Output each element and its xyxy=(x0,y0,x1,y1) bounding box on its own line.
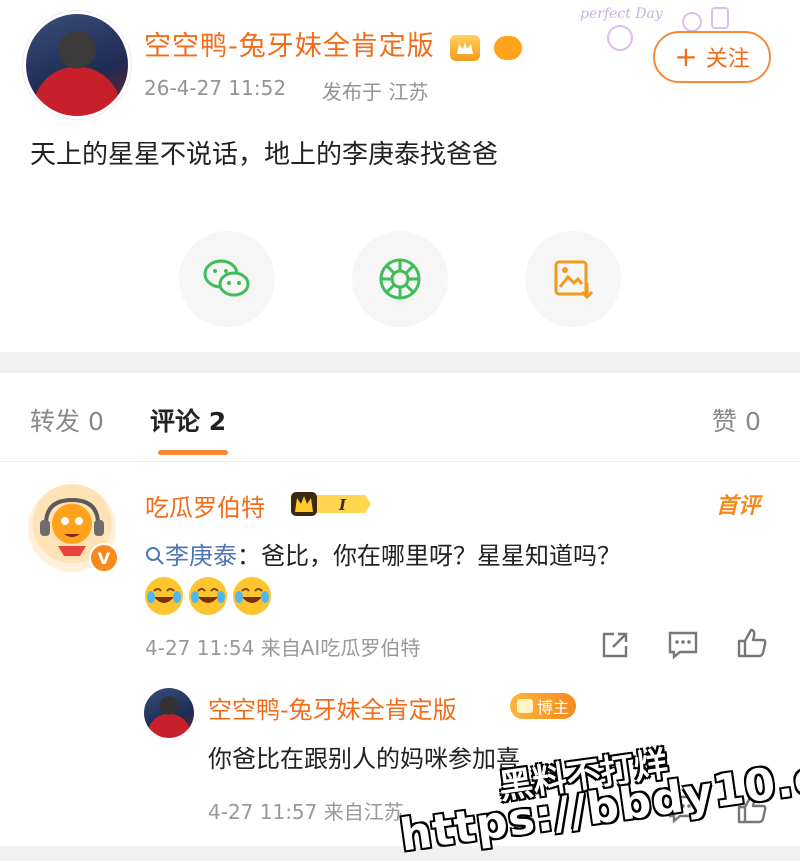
reply-text: 你爸比在跟别人的妈咪参加喜 xyxy=(208,745,520,773)
reply-author-avatar[interactable] xyxy=(144,688,194,738)
search-icon xyxy=(146,547,164,565)
reply-meta: 4-27 11:57 来自江苏 xyxy=(208,800,404,824)
laugh-cry-emoji xyxy=(189,577,227,615)
tab-repost[interactable]: 转发 0 xyxy=(30,402,104,438)
tab-likes[interactable]: 赞 0 xyxy=(712,402,761,438)
author-badge-text: 博主 xyxy=(536,698,569,717)
crown-icon xyxy=(516,699,533,713)
save-image-button[interactable] xyxy=(525,231,621,327)
author-name-text[interactable]: 空空鸭-兔牙妹全肯定版 xyxy=(144,31,435,62)
plus-icon: + xyxy=(674,40,698,73)
comment-share-button[interactable] xyxy=(598,628,632,662)
follow-button[interactable]: + 关注 xyxy=(653,31,771,83)
comment-meta: 4-27 11:54 来自AI吃瓜罗伯特 xyxy=(145,636,421,660)
post-location: 发布于 江苏 xyxy=(322,80,429,104)
reply-author-name[interactable]: 空空鸭-兔牙妹全肯定版 xyxy=(208,690,457,725)
comment-reply-button[interactable] xyxy=(666,628,700,662)
mention-link[interactable]: 李庚泰 xyxy=(145,542,237,570)
comment-body: ：爸比，你在哪里呀？星星知道吗？ xyxy=(237,542,621,570)
bottom-gap xyxy=(0,846,800,861)
mention-text[interactable]: 李庚泰 xyxy=(165,542,237,570)
share-icon xyxy=(602,632,628,658)
fish-badge-icon xyxy=(493,35,522,60)
share-wechat-button[interactable] xyxy=(179,231,275,327)
share-moments-button[interactable] xyxy=(352,231,448,327)
wechat-icon xyxy=(203,259,250,297)
follow-label: 关注 xyxy=(705,47,750,72)
verified-v-icon: V xyxy=(89,543,119,573)
author-badge: 博主 xyxy=(510,693,576,719)
decoration-text: perfect Day xyxy=(580,6,664,22)
section-gap xyxy=(0,352,800,373)
author-name[interactable]: 空空鸭-兔牙妹全肯定版 xyxy=(144,24,522,63)
comment-text: 李庚泰：爸比，你在哪里呀？星星知道吗？ xyxy=(145,536,621,571)
comment-like-button[interactable] xyxy=(735,626,769,660)
moments-icon xyxy=(379,258,421,300)
post-time: 26-4-27 11:52 xyxy=(144,76,287,100)
vip-crown-icon xyxy=(450,34,481,61)
commenter-name[interactable]: 吃瓜罗伯特 xyxy=(145,488,265,523)
author-avatar[interactable] xyxy=(26,14,128,116)
emoji-row xyxy=(145,577,277,619)
laugh-cry-emoji xyxy=(145,577,183,615)
divider xyxy=(0,461,800,462)
user-level-badge: I xyxy=(291,490,371,518)
thumbs-up-icon xyxy=(737,628,767,658)
first-comment-tag: 首评 xyxy=(716,494,761,519)
tab-comments[interactable]: 评论 2 xyxy=(150,402,226,438)
active-tab-indicator xyxy=(158,450,228,455)
laugh-cry-emoji xyxy=(233,577,271,615)
save-image-icon xyxy=(554,260,594,300)
level-badge-text: I xyxy=(338,496,347,514)
post-text: 天上的星星不说话，地上的李庚泰找爸爸 xyxy=(30,140,499,170)
comment-icon xyxy=(668,631,698,660)
